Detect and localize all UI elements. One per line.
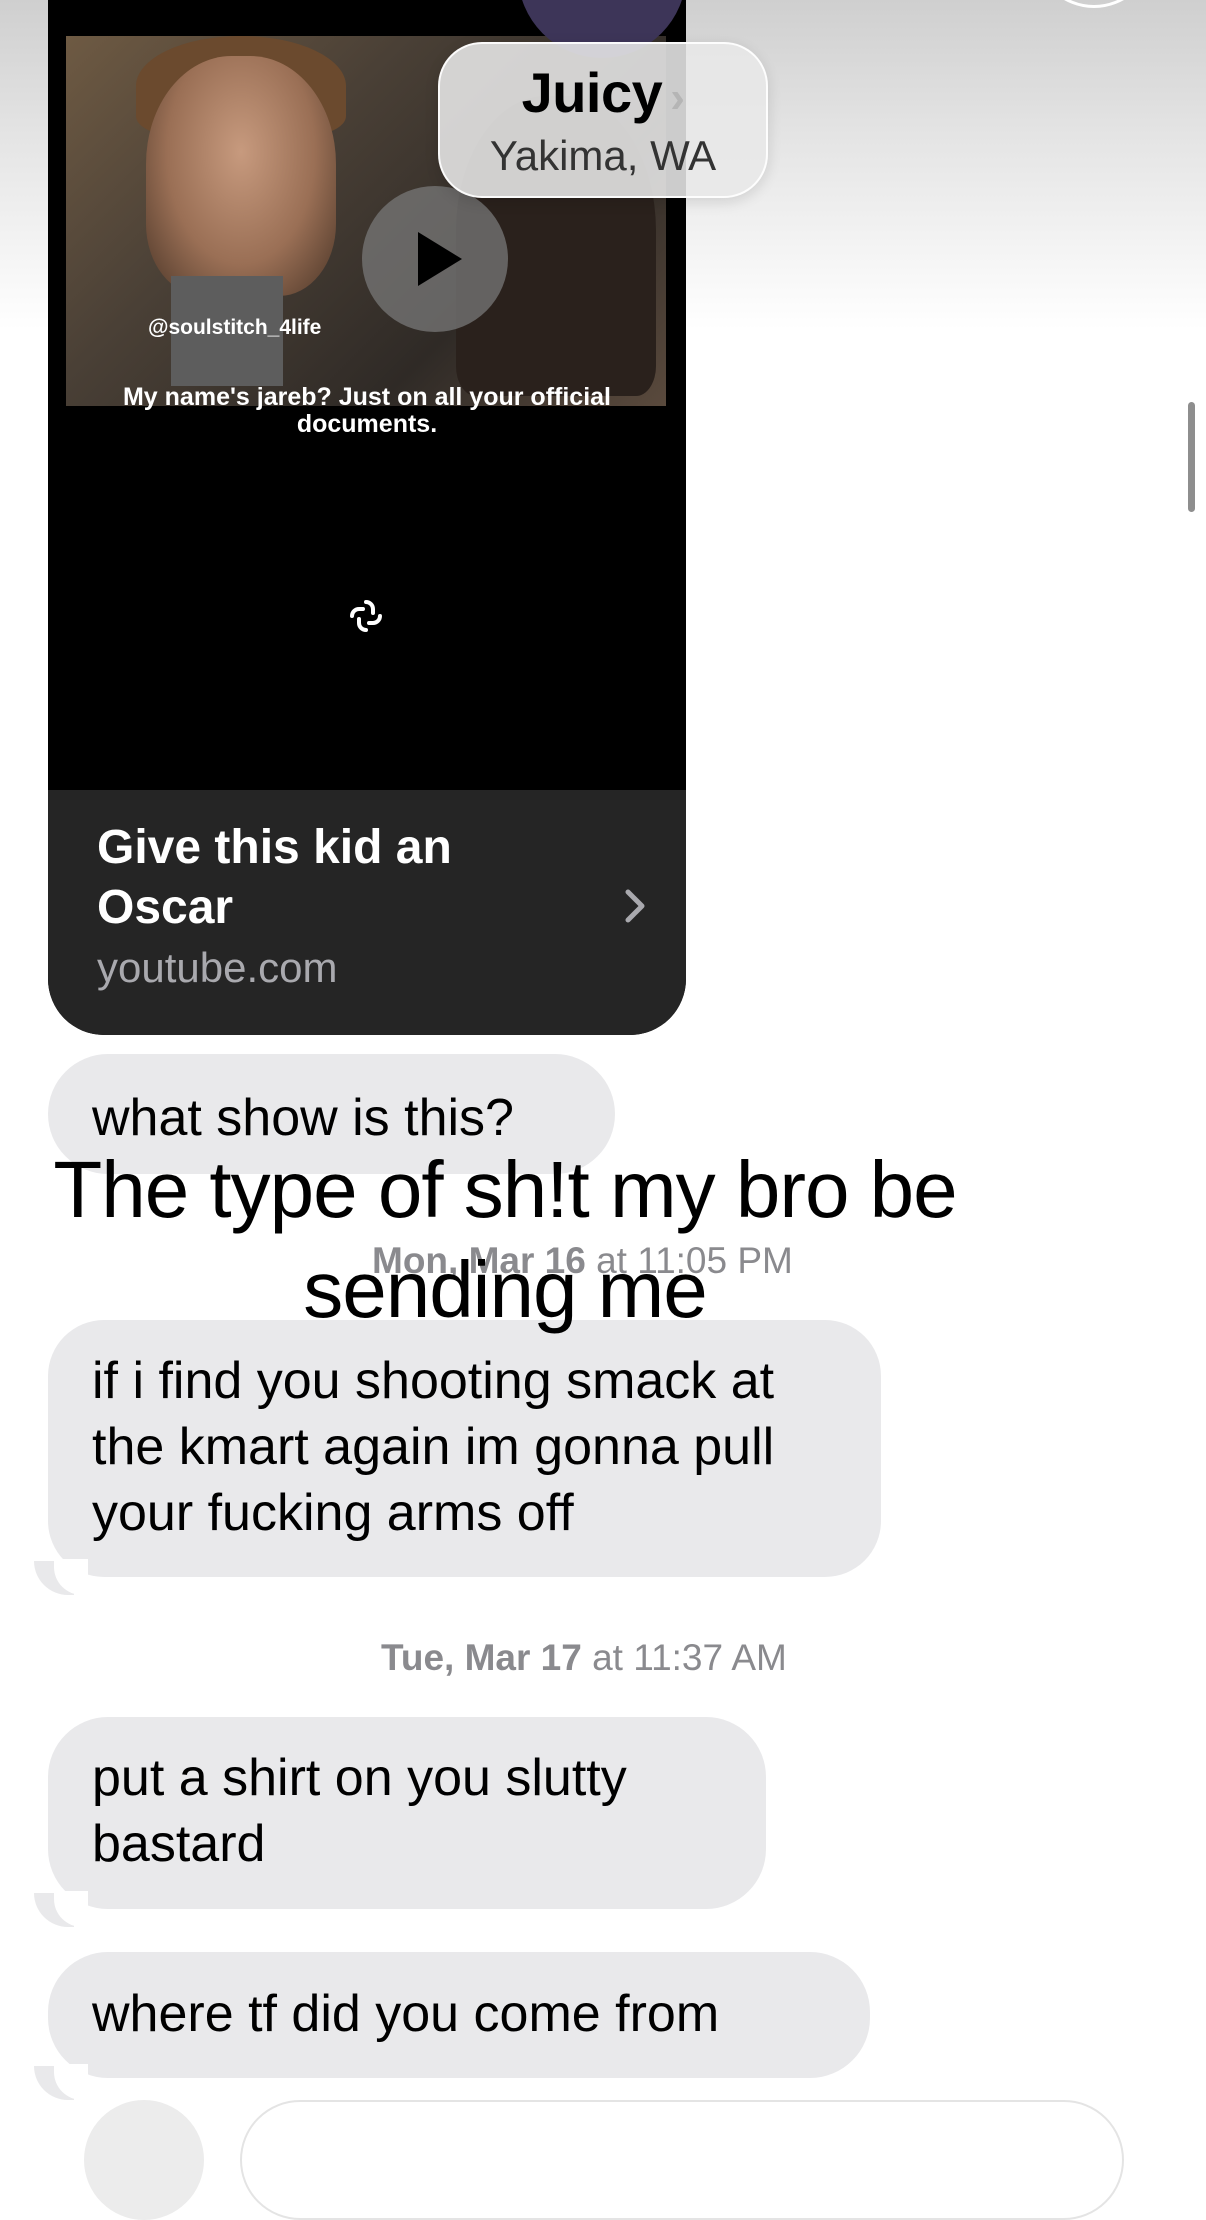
message-bubble[interactable]: where tf did you come from [48,1952,870,2078]
link-title: Give this kid an Oscar [97,821,452,934]
video-caption: My name's jareb? Just on all your offici… [122,383,611,438]
timestamp-time: at 11:37 AM [592,1637,787,1678]
link-domain: youtube.com [97,944,338,991]
video-handle: @soulstitch_4life [148,316,322,339]
message-input[interactable] [240,2100,1124,2220]
contact-location: Yakima, WA [489,132,717,179]
scroll-indicator[interactable] [1188,402,1195,512]
message-bubble[interactable]: put a shirt on you slutty bastard [48,1717,766,1909]
play-icon[interactable] [362,186,508,332]
message-text: where tf did you come from [92,1985,720,2043]
bubble-tail [34,1559,88,1595]
timestamp-day: Tue, Mar 17 [381,1637,582,1678]
message-bubble[interactable]: if i find you shooting smack at the kmar… [48,1320,881,1577]
link-preview-footer[interactable]: Give this kid an Oscar youtube.com [48,790,686,1035]
plus-button[interactable] [84,2100,204,2220]
thumbnail-boy [146,56,336,296]
contact-header[interactable]: Juicy › Yakima, WA [438,42,768,198]
bubble-tail [34,1891,88,1927]
overlay-caption: The type of sh!t my bro be sending me [53,1145,957,1334]
message-text: put a shirt on you slutty bastard [92,1749,627,1873]
timestamp: Tue, Mar 17 at 11:37 AM [381,1637,787,1679]
contact-name: Juicy [521,61,663,124]
chevron-right-icon: › [670,73,685,122]
compose-bar [0,2090,1206,2220]
chevron-right-icon [625,889,645,923]
swirl-logo-icon [350,600,382,632]
message-text: what show is this? [92,1089,514,1147]
message-text: if i find you shooting smack at the kmar… [92,1352,775,1542]
